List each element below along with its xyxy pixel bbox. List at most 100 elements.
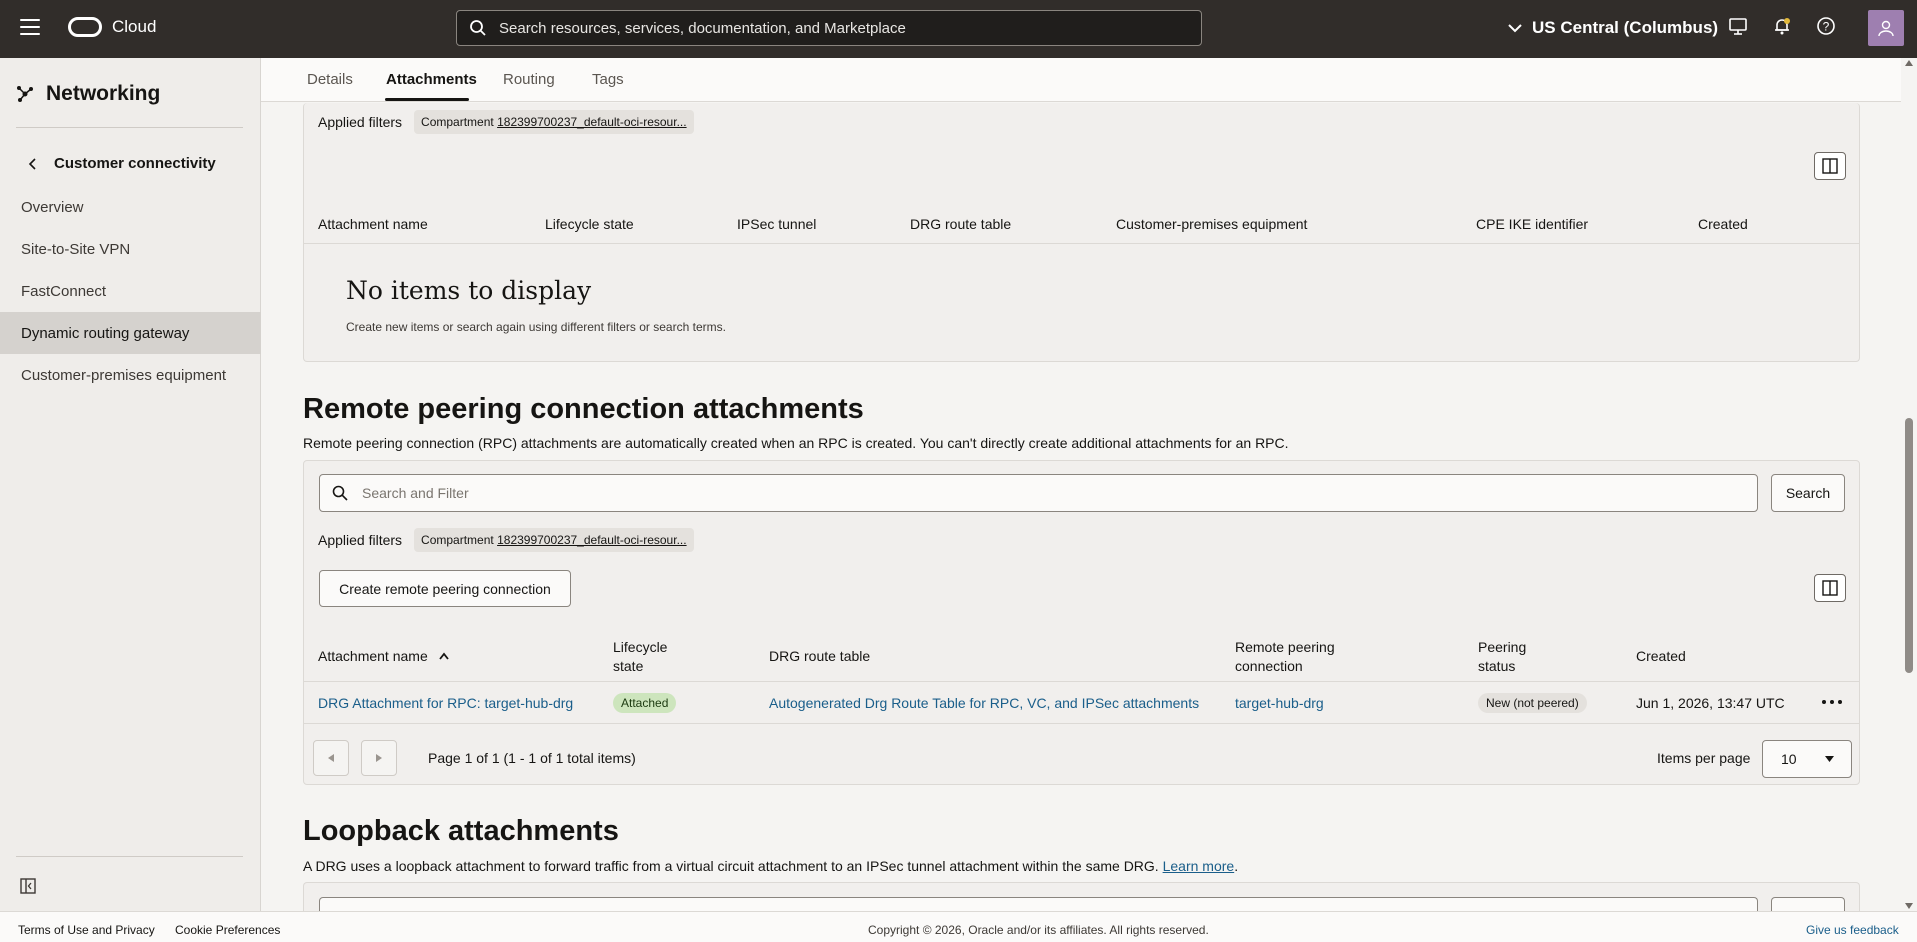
column-header-attachment-name[interactable]: Attachment name [318,648,450,664]
caret-left-icon [328,754,334,762]
give-feedback-link[interactable]: Give us feedback [1806,923,1899,937]
caret-right-icon [376,754,382,762]
sidebar-back-link[interactable]: Customer connectivity [28,155,216,172]
oracle-ring-icon [68,17,102,37]
column-header-label: state [613,658,644,674]
table-header-divider [304,681,1859,682]
columns-icon [1822,158,1838,174]
networking-icon [17,86,33,102]
column-header-remote-peering-connection[interactable]: Remote peering connection [1235,638,1335,676]
items-per-page-label: Items per page [1657,750,1751,766]
sidebar-item-customer-premises-equipment[interactable]: Customer-premises equipment [0,354,261,396]
column-header-drg-route-table[interactable]: DRG route table [910,216,1011,232]
copyright-text: Copyright © 2026, Oracle and/or its affi… [868,923,1209,937]
cloud-shell-icon[interactable] [1728,16,1748,36]
brand-label: Cloud [112,17,157,36]
terms-link[interactable]: Terms of Use and Privacy [18,923,155,937]
row-actions-menu-icon[interactable] [1822,695,1842,709]
rpc-search-input[interactable]: Search and Filter [319,474,1758,512]
column-header-drg-route-table[interactable]: DRG route table [769,648,870,664]
attachment-name-link[interactable]: DRG Attachment for RPC: target-hub-drg [318,695,573,711]
sidebar: Networking Customer connectivity Overvie… [0,58,261,911]
chip-value[interactable]: 182399700237_default-oci-resour... [497,115,686,129]
global-search-input[interactable]: Search resources, services, documentatio… [456,10,1202,46]
learn-more-link[interactable]: Learn more [1163,858,1235,874]
ipsec-applied-filters: Applied filters Compartment 182399700237… [318,110,694,134]
column-header-label: Peering [1478,639,1527,655]
column-header-cpe[interactable]: Customer-premises equipment [1116,216,1307,232]
items-per-page-select[interactable]: 10 [1762,740,1852,778]
cookie-preferences-link[interactable]: Cookie Preferences [175,923,280,937]
search-icon [470,20,486,36]
tab-details[interactable]: Details [307,71,353,88]
tab-tags[interactable]: Tags [592,71,624,88]
sidebar-item-label: Site-to-Site VPN [21,240,131,258]
sidebar-item-fastconnect[interactable]: FastConnect [0,270,261,312]
column-header-created[interactable]: Created [1636,648,1686,664]
created-date: Jun 1, 2026, 13:47 UTC [1636,695,1785,711]
column-header-lifecycle-state[interactable]: Lifecycle state [613,638,667,676]
column-header-attachment-name[interactable]: Attachment name [318,216,428,232]
previous-page-button[interactable] [313,740,349,776]
remote-peering-connection-link[interactable]: target-hub-drg [1235,695,1324,711]
compartment-filter-chip[interactable]: Compartment 182399700237_default-oci-res… [414,110,694,134]
column-header-label: Remote peering [1235,639,1335,655]
sidebar-item-label: Customer-premises equipment [21,366,227,384]
column-header-lifecycle-state[interactable]: Lifecycle state [545,216,634,232]
main-scrollbar[interactable] [1901,58,1917,911]
loopback-description-period: . [1234,858,1239,874]
column-header-peering-status[interactable]: Peering status [1478,638,1526,676]
help-icon[interactable]: ? [1816,16,1836,36]
rpc-search-button[interactable]: Search [1771,474,1845,512]
oracle-logo[interactable]: Cloud [68,17,156,37]
tab-routing[interactable]: Routing [503,71,555,88]
column-header-label: Attachment name [318,648,428,664]
sidebar-title: Networking [16,82,160,106]
chevron-left-icon [28,157,36,170]
drg-route-table-link[interactable]: Autogenerated Drg Route Table for RPC, V… [769,695,1199,711]
empty-state-subtitle: Create new items or search again using d… [346,320,726,334]
lifecycle-state-badge: Attached [613,693,677,713]
sidebar-item-dynamic-routing-gateway[interactable]: Dynamic routing gateway [0,312,261,354]
compartment-filter-chip[interactable]: Compartment 182399700237_default-oci-res… [414,528,694,552]
sidebar-divider [16,127,243,128]
sidebar-back-label: Customer connectivity [54,155,216,172]
table-row-divider [304,723,1859,724]
loopback-section-title: Loopback attachments [303,815,619,847]
chip-label: Compartment [421,115,494,129]
ipsec-columns-button[interactable] [1814,152,1846,180]
loopback-search-input[interactable] [319,897,1758,911]
column-header-ipsec-tunnel[interactable]: IPSec tunnel [737,216,816,232]
user-avatar[interactable] [1868,10,1904,46]
peering-status-badge: New (not peered) [1478,693,1587,713]
scroll-up-icon[interactable] [1905,60,1913,66]
menu-icon[interactable] [20,19,40,37]
column-header-label: Lifecycle [613,639,668,655]
rpc-columns-button[interactable] [1814,574,1846,602]
scrollbar-thumb[interactable] [1905,418,1913,673]
create-remote-peering-connection-button[interactable]: Create remote peering connection [319,570,571,607]
column-header-created[interactable]: Created [1698,216,1748,232]
caret-down-icon [1825,756,1834,762]
rpc-section-description: Remote peering connection (RPC) attachme… [303,435,1289,451]
chip-value[interactable]: 182399700237_default-oci-resour... [497,533,686,547]
sidebar-item-label: FastConnect [21,282,107,300]
svg-text:?: ? [1823,20,1830,34]
rpc-search-placeholder: Search and Filter [362,485,469,501]
sidebar-item-site-to-site-vpn[interactable]: Site-to-Site VPN [0,228,261,270]
rpc-applied-filters: Applied filters Compartment 182399700237… [318,528,694,552]
column-header-cpe-ike-identifier[interactable]: CPE IKE identifier [1476,216,1588,232]
notifications-bell-icon[interactable] [1772,16,1792,36]
items-per-page-value: 10 [1781,751,1797,767]
table-header-divider [304,243,1859,244]
scroll-down-icon[interactable] [1905,903,1913,909]
sidebar-item-overview[interactable]: Overview [0,186,261,228]
tab-attachments[interactable]: Attachments [386,71,477,88]
global-search-placeholder: Search resources, services, documentatio… [499,19,906,37]
loopback-search-button[interactable] [1771,897,1845,911]
region-label: US Central (Columbus) [1532,18,1719,37]
next-page-button[interactable] [361,740,397,776]
collapse-sidebar-icon[interactable] [20,878,36,894]
loopback-section-description: A DRG uses a loopback attachment to forw… [303,858,1238,874]
region-selector[interactable]: US Central (Columbus) [1508,18,1718,38]
